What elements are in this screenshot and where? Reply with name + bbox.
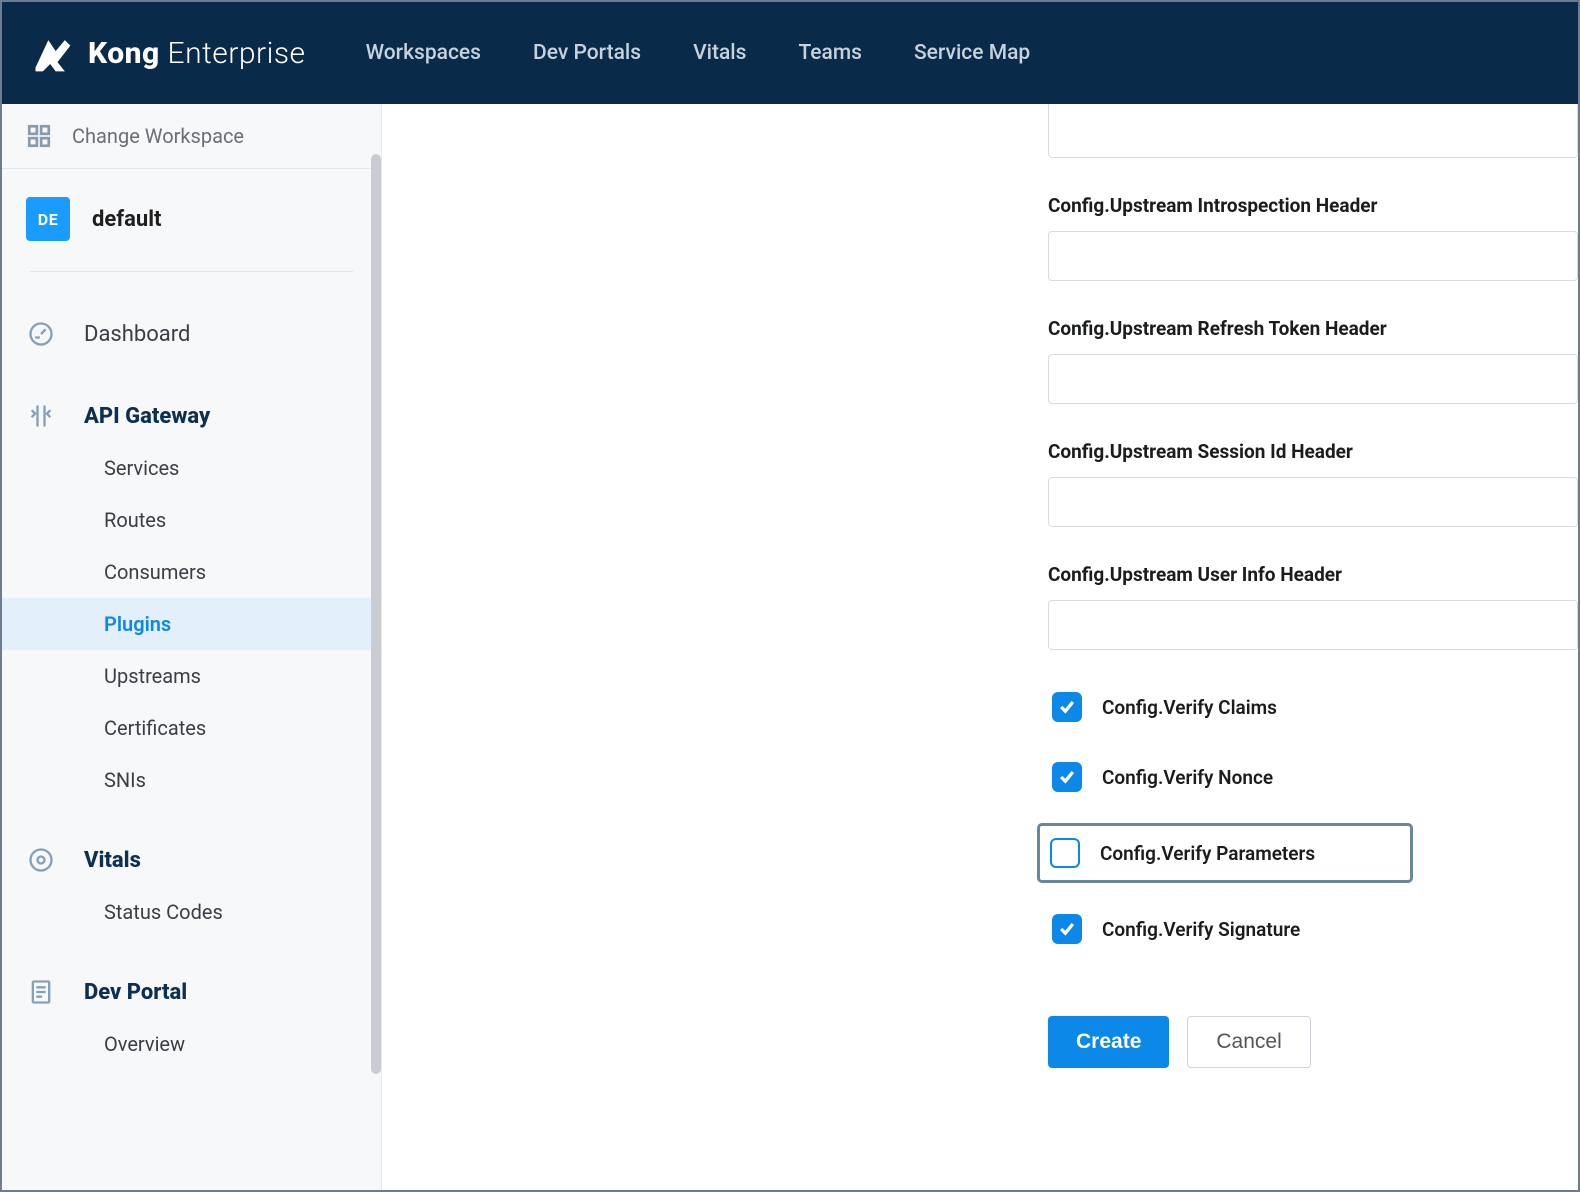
kong-logo-icon [30, 31, 74, 75]
checkbox-verify-parameters[interactable] [1050, 838, 1080, 868]
document-icon [26, 978, 56, 1006]
sidebar-item-upstreams[interactable]: Upstreams [2, 650, 381, 702]
sidebar-item-consumers[interactable]: Consumers [2, 546, 381, 598]
field-upstream-introspection-header: Config.Upstream Introspection Header [1048, 194, 1578, 281]
cancel-button[interactable]: Cancel [1187, 1016, 1310, 1068]
gauge-icon [26, 320, 56, 348]
field-upstream-refresh-token-header: Config.Upstream Refresh Token Header [1048, 317, 1578, 404]
checkbox-verify-claims[interactable] [1052, 692, 1082, 722]
label-upstream-introspection-header: Config.Upstream Introspection Header [1048, 194, 1578, 217]
sidebar-divider [30, 271, 353, 272]
label-upstream-refresh-token-header: Config.Upstream Refresh Token Header [1048, 317, 1578, 340]
brand[interactable]: Kong Enterprise [30, 31, 306, 75]
field-upstream-session-id-header: Config.Upstream Session Id Header [1048, 440, 1578, 527]
sidebar-item-services[interactable]: Services [2, 442, 381, 494]
top-navbar: Kong Enterprise Workspaces Dev Portals V… [2, 2, 1578, 104]
workspace-name: default [92, 207, 162, 232]
nav-workspaces[interactable]: Workspaces [366, 41, 481, 65]
sidebar-scrollbar[interactable] [371, 154, 381, 1074]
checkbox-row-verify-nonce: Config.Verify Nonce [1048, 756, 1578, 798]
label-verify-claims: Config.Verify Claims [1102, 696, 1277, 719]
heading-vitals-label: Vitals [84, 848, 141, 873]
nav-service-map[interactable]: Service Map [914, 41, 1030, 65]
form-actions: Create Cancel [1048, 1016, 1578, 1068]
create-button[interactable]: Create [1048, 1016, 1169, 1068]
sidebar-item-dashboard[interactable]: Dashboard [2, 306, 381, 362]
check-icon [1057, 767, 1077, 787]
heading-vitals[interactable]: Vitals [2, 834, 381, 886]
nav-vitals[interactable]: Vitals [693, 41, 746, 65]
sidebar-item-status-codes[interactable]: Status Codes [2, 886, 381, 938]
label-upstream-user-info-header: Config.Upstream User Info Header [1048, 563, 1578, 586]
heading-dev-portal-label: Dev Portal [84, 980, 187, 1005]
plugin-config-form: Config.Upstream Introspection Header Con… [1048, 104, 1578, 1068]
workspace-badge: DE [26, 197, 70, 241]
sidebar-item-overview[interactable]: Overview [2, 1018, 381, 1060]
checkbox-row-verify-signature: Config.Verify Signature [1048, 908, 1578, 950]
input-upstream-introspection-header[interactable] [1048, 231, 1578, 281]
vitals-icon [26, 846, 56, 874]
sidebar: Change Workspace DE default Dashboard [2, 104, 382, 1190]
input-upstream-user-info-header[interactable] [1048, 600, 1578, 650]
api-gateway-icon [26, 402, 56, 430]
label-verify-parameters: Config.Verify Parameters [1100, 842, 1315, 865]
checkbox-row-verify-parameters: Config.Verify Parameters [1040, 826, 1410, 880]
field-upstream-user-info-header: Config.Upstream User Info Header [1048, 563, 1578, 650]
checkbox-verify-signature[interactable] [1052, 914, 1082, 944]
sidebar-item-snis[interactable]: SNIs [2, 754, 381, 806]
main-content: Config.Upstream Introspection Header Con… [382, 104, 1578, 1190]
previous-input-tail[interactable] [1048, 104, 1578, 158]
top-nav-links: Workspaces Dev Portals Vitals Teams Serv… [366, 41, 1031, 65]
change-workspace-button[interactable]: Change Workspace [2, 104, 381, 169]
workspace-grid-icon [26, 123, 52, 149]
heading-api-gateway-label: API Gateway [84, 404, 210, 429]
sidebar-item-plugins[interactable]: Plugins [2, 598, 381, 650]
label-upstream-session-id-header: Config.Upstream Session Id Header [1048, 440, 1578, 463]
nav-teams[interactable]: Teams [798, 41, 862, 65]
sidebar-section-api-gateway: API Gateway Services Routes Consumers Pl… [2, 362, 381, 806]
input-upstream-refresh-token-header[interactable] [1048, 354, 1578, 404]
label-verify-nonce: Config.Verify Nonce [1102, 766, 1273, 789]
checkbox-verify-nonce[interactable] [1052, 762, 1082, 792]
change-workspace-label: Change Workspace [72, 124, 244, 148]
sidebar-item-certificates[interactable]: Certificates [2, 702, 381, 754]
heading-dev-portal[interactable]: Dev Portal [2, 966, 381, 1018]
current-workspace[interactable]: DE default [2, 169, 381, 257]
nav-dev-portals[interactable]: Dev Portals [533, 41, 641, 65]
heading-api-gateway[interactable]: API Gateway [2, 390, 381, 442]
sidebar-item-routes[interactable]: Routes [2, 494, 381, 546]
checkbox-row-verify-claims: Config.Verify Claims [1048, 686, 1578, 728]
sidebar-dashboard-label: Dashboard [84, 322, 190, 347]
input-upstream-session-id-header[interactable] [1048, 477, 1578, 527]
check-icon [1057, 697, 1077, 717]
sidebar-section-vitals: Vitals Status Codes [2, 806, 381, 938]
sidebar-section-dev-portal: Dev Portal Overview [2, 938, 381, 1060]
label-verify-signature: Config.Verify Signature [1102, 918, 1300, 941]
brand-text: Kong Enterprise [88, 36, 306, 71]
check-icon [1057, 919, 1077, 939]
